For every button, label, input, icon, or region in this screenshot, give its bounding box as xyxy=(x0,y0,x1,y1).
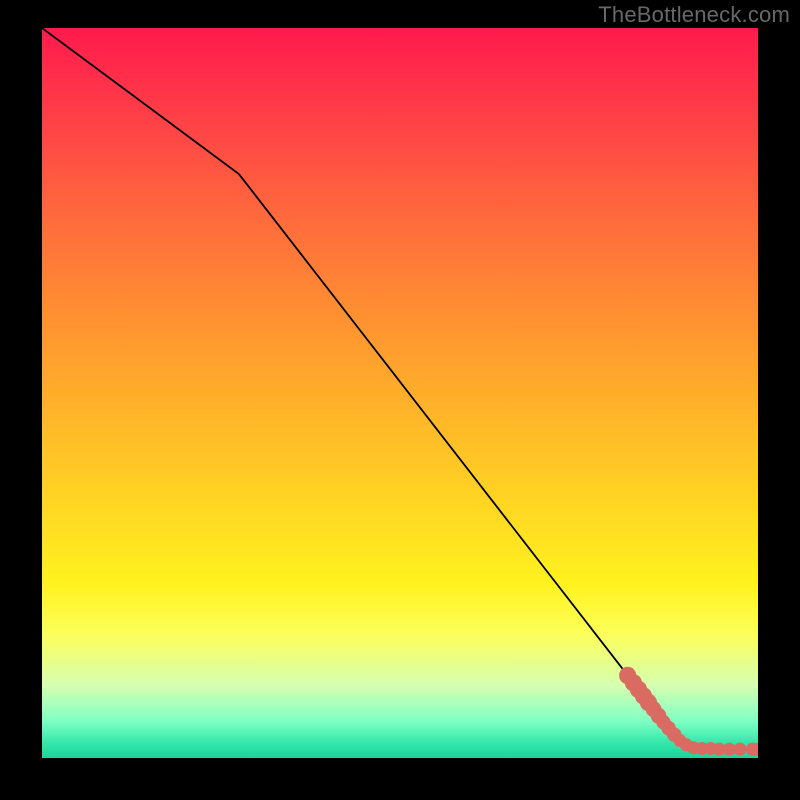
line-series xyxy=(42,28,758,749)
watermark-text: TheBottleneck.com xyxy=(598,2,790,28)
marker-series xyxy=(619,667,758,756)
data-point xyxy=(734,743,747,756)
chart-overlay xyxy=(42,28,758,758)
chart-frame: TheBottleneck.com xyxy=(0,0,800,800)
plot-area xyxy=(42,28,758,758)
bottleneck-curve xyxy=(42,28,758,749)
